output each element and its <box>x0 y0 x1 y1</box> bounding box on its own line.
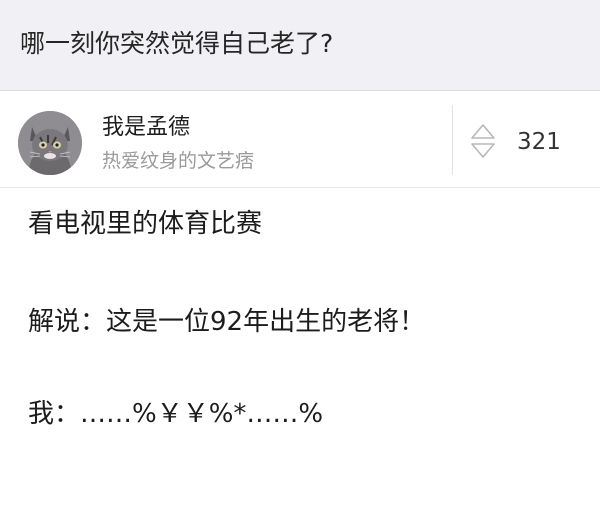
answer-line: 解说：这是一位92年出生的老将！ <box>28 307 426 337</box>
answer-line: 我：……%￥￥%*……% <box>28 399 324 429</box>
answer-line: 看电视里的体育比赛 <box>28 209 263 239</box>
cat-avatar-icon[interactable] <box>18 111 82 175</box>
up-down-vote-icon[interactable] <box>470 121 496 161</box>
author-info-row: 我是孟德 热爱纹身的文艺痞 321 <box>0 91 600 188</box>
author-bio: 热爱纹身的文艺痞 <box>102 150 255 172</box>
vote-divider <box>452 105 453 175</box>
question-header: 哪一刻你突然觉得自己老了? <box>0 0 600 91</box>
vote-count: 321 <box>517 129 561 155</box>
question-title[interactable]: 哪一刻你突然觉得自己老了? <box>20 26 333 62</box>
author-name[interactable]: 我是孟德 <box>102 113 190 143</box>
